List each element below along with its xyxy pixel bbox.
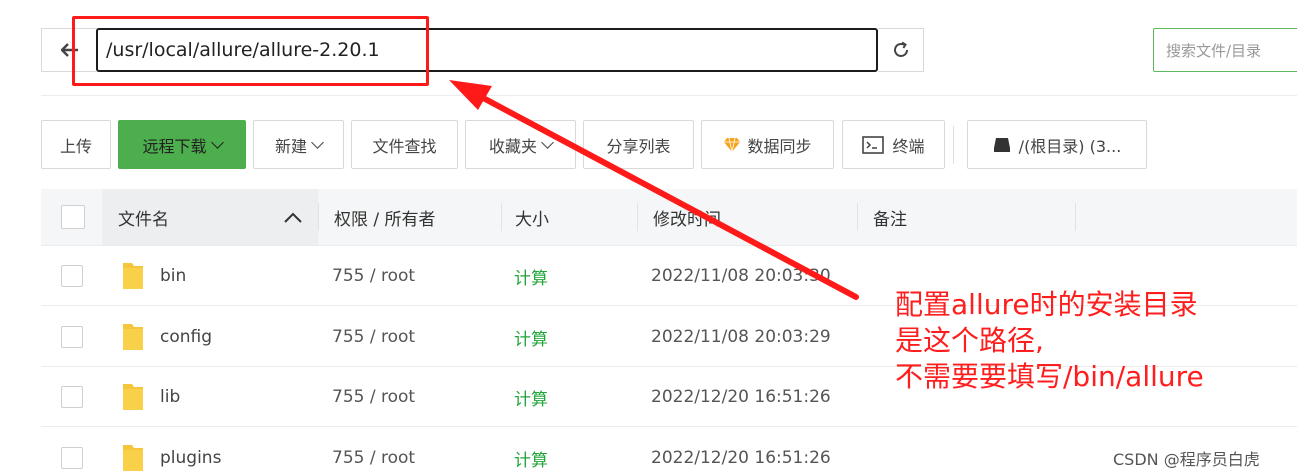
annotation-text: 配置allure时的安装目录 是这个路径, 不需要要填写/bin/allure <box>895 287 1204 395</box>
annotation-line-2: 是这个路径, <box>895 324 1044 357</box>
annotation-line-3: 不需要要填写/bin/allure <box>895 360 1204 393</box>
watermark: CSDN @程序员白虎 <box>1113 450 1260 469</box>
annotation-arrow-icon <box>449 80 859 300</box>
annotation-line-1: 配置allure时的安装目录 <box>895 288 1198 321</box>
